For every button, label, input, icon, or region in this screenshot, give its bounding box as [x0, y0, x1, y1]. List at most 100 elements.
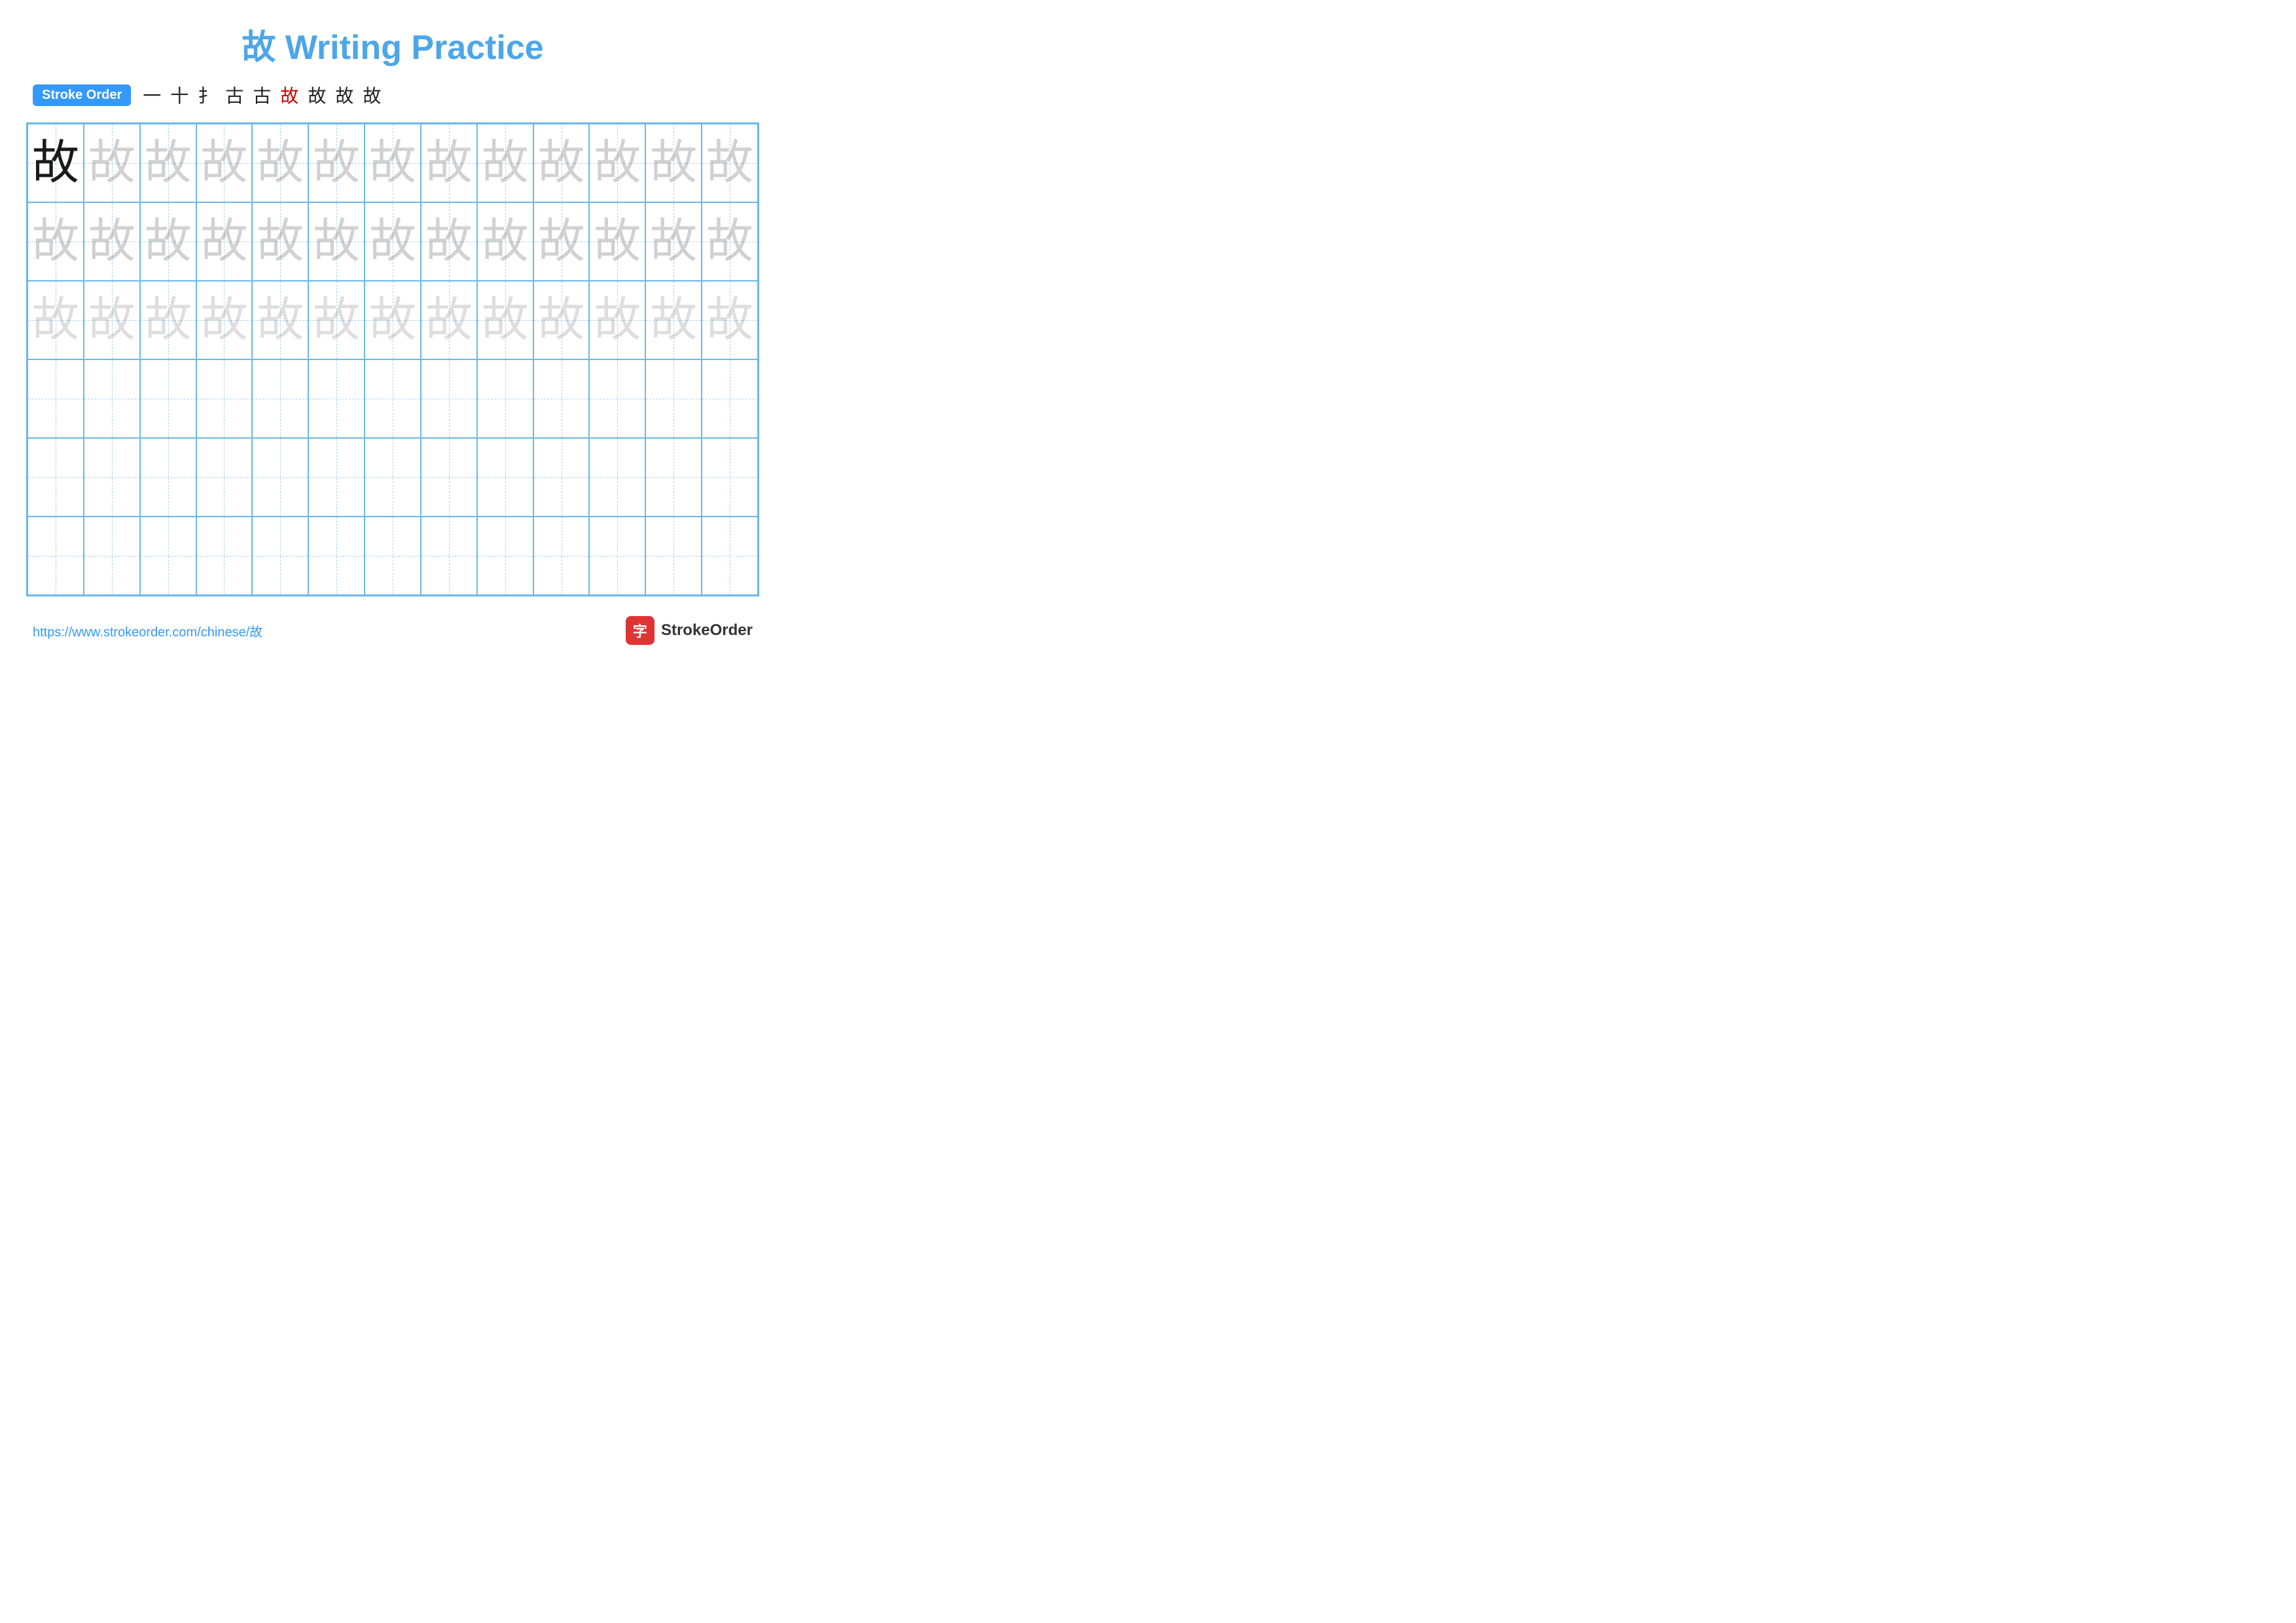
- grid-cell[interactable]: 故: [27, 124, 84, 202]
- stroke-1: 一: [143, 82, 161, 108]
- grid-cell[interactable]: 故: [702, 202, 758, 281]
- stroke-6: 故: [280, 82, 298, 108]
- cell-character: 故: [538, 139, 585, 187]
- grid-cell[interactable]: [589, 438, 645, 517]
- cell-character: 故: [257, 139, 304, 187]
- grid-cell[interactable]: 故: [365, 124, 421, 202]
- cell-character: 故: [257, 218, 304, 265]
- grid-cell[interactable]: [252, 359, 308, 438]
- grid-cell[interactable]: [421, 359, 477, 438]
- grid-cell[interactable]: 故: [365, 202, 421, 281]
- grid-cell[interactable]: 故: [477, 124, 533, 202]
- grid-cell[interactable]: [308, 438, 365, 517]
- stroke-order-row: Stroke Order 一 十 扌 古 古 故 故 故 故: [26, 82, 759, 108]
- grid-cell[interactable]: [533, 359, 590, 438]
- grid-cell[interactable]: [421, 438, 477, 517]
- stroke-7: 故: [308, 82, 326, 108]
- grid-cell[interactable]: [196, 359, 253, 438]
- grid-cell[interactable]: 故: [589, 124, 645, 202]
- grid-cell[interactable]: 故: [140, 202, 196, 281]
- stroke-order-badge: Stroke Order: [33, 84, 131, 106]
- grid-cell[interactable]: 故: [140, 281, 196, 359]
- grid-cell[interactable]: 故: [252, 202, 308, 281]
- grid-cell[interactable]: 故: [196, 202, 253, 281]
- grid-cell[interactable]: [477, 359, 533, 438]
- grid-cell[interactable]: 故: [645, 202, 702, 281]
- grid-cell[interactable]: [477, 438, 533, 517]
- logo-icon: 字: [626, 616, 655, 645]
- grid-cell[interactable]: [645, 517, 702, 595]
- grid-cell[interactable]: [702, 359, 758, 438]
- grid-cell[interactable]: [140, 359, 196, 438]
- grid-cell[interactable]: 故: [308, 202, 365, 281]
- grid-cell[interactable]: 故: [421, 281, 477, 359]
- cell-character: 故: [88, 297, 135, 344]
- grid-cell[interactable]: 故: [84, 202, 140, 281]
- grid-cell[interactable]: [27, 517, 84, 595]
- grid-cell[interactable]: 故: [589, 202, 645, 281]
- grid-cell[interactable]: [252, 517, 308, 595]
- grid-cell[interactable]: [252, 438, 308, 517]
- grid-cell[interactable]: 故: [421, 124, 477, 202]
- stroke-sequence: 一 十 扌 古 古 故 故 故 故: [143, 82, 381, 108]
- grid-cell[interactable]: 故: [702, 124, 758, 202]
- grid-cell[interactable]: [196, 438, 253, 517]
- grid-cell[interactable]: [645, 359, 702, 438]
- cell-character: 故: [88, 139, 135, 187]
- grid-cell[interactable]: 故: [196, 124, 253, 202]
- grid-cell[interactable]: [365, 517, 421, 595]
- grid-cell[interactable]: [140, 517, 196, 595]
- grid-cell[interactable]: [702, 438, 758, 517]
- grid-cell[interactable]: [702, 517, 758, 595]
- grid-cell[interactable]: 故: [645, 124, 702, 202]
- stroke-3: 扌: [198, 82, 216, 108]
- grid-cell[interactable]: [308, 517, 365, 595]
- grid-cell[interactable]: [27, 359, 84, 438]
- grid-cell[interactable]: [533, 517, 590, 595]
- grid-cell[interactable]: 故: [196, 281, 253, 359]
- grid-cell[interactable]: [365, 359, 421, 438]
- grid-cell[interactable]: 故: [27, 281, 84, 359]
- grid-cell[interactable]: 故: [252, 281, 308, 359]
- grid-cell[interactable]: [477, 517, 533, 595]
- grid-cell[interactable]: 故: [477, 281, 533, 359]
- grid-cell[interactable]: 故: [477, 202, 533, 281]
- grid-cell[interactable]: 故: [84, 124, 140, 202]
- grid-cell[interactable]: 故: [533, 124, 590, 202]
- grid-cell[interactable]: [27, 438, 84, 517]
- grid-cell[interactable]: [308, 359, 365, 438]
- grid-cell[interactable]: [589, 359, 645, 438]
- grid-cell[interactable]: [645, 438, 702, 517]
- cell-character: 故: [425, 218, 473, 265]
- grid-cell[interactable]: [365, 438, 421, 517]
- grid-cell[interactable]: [84, 359, 140, 438]
- grid-cell[interactable]: 故: [308, 124, 365, 202]
- grid-cell[interactable]: 故: [702, 281, 758, 359]
- grid-cell[interactable]: [533, 438, 590, 517]
- grid-cell[interactable]: 故: [140, 124, 196, 202]
- grid-cell[interactable]: 故: [589, 281, 645, 359]
- grid-cell[interactable]: 故: [645, 281, 702, 359]
- grid-cell[interactable]: 故: [533, 202, 590, 281]
- grid-cell[interactable]: [140, 438, 196, 517]
- grid-cell[interactable]: [196, 517, 253, 595]
- grid-cell[interactable]: 故: [308, 281, 365, 359]
- cell-character: 故: [538, 297, 585, 344]
- grid-cell[interactable]: 故: [252, 124, 308, 202]
- grid-cell[interactable]: 故: [365, 281, 421, 359]
- stroke-9: 故: [363, 82, 381, 108]
- footer-url[interactable]: https://www.strokeorder.com/chinese/故: [33, 621, 262, 640]
- grid-cell[interactable]: [84, 517, 140, 595]
- grid-cell[interactable]: [84, 438, 140, 517]
- grid-cell[interactable]: 故: [533, 281, 590, 359]
- cell-character: 故: [650, 297, 697, 344]
- grid-cell[interactable]: 故: [421, 202, 477, 281]
- cell-character: 故: [257, 297, 304, 344]
- stroke-5: 古: [253, 82, 271, 108]
- grid-cell[interactable]: 故: [27, 202, 84, 281]
- cell-character: 故: [313, 297, 360, 344]
- grid-cell[interactable]: 故: [84, 281, 140, 359]
- grid-cell[interactable]: [589, 517, 645, 595]
- cell-character: 故: [482, 297, 529, 344]
- grid-cell[interactable]: [421, 517, 477, 595]
